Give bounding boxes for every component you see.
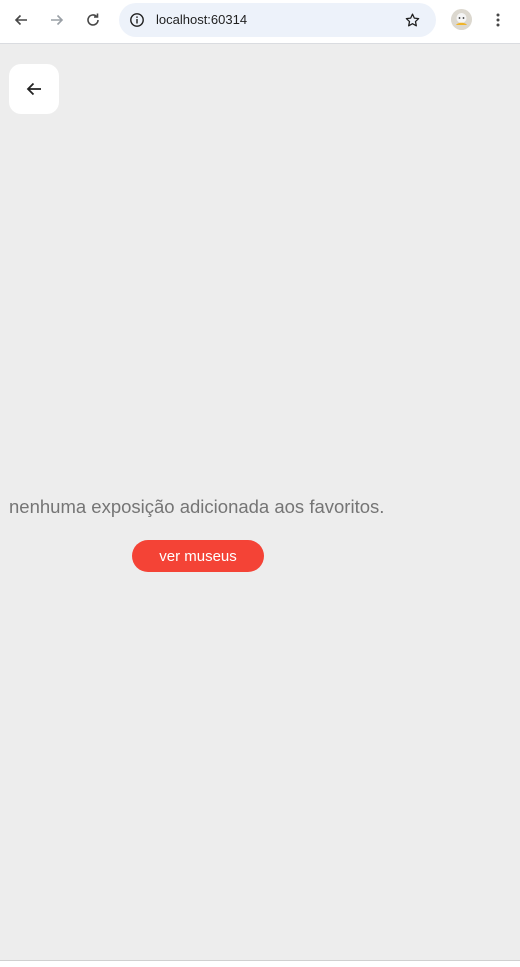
- browser-reload-button[interactable]: [79, 6, 107, 34]
- browser-toolbar: localhost:60314: [0, 0, 520, 44]
- back-button[interactable]: [9, 64, 59, 114]
- reload-icon: [87, 13, 99, 26]
- arrow-left-icon: [14, 14, 27, 26]
- app-page: nenhuma exposição adicionada aos favorit…: [0, 44, 520, 960]
- info-icon: [130, 13, 144, 27]
- status-bar: [0, 960, 520, 967]
- arrow-right-icon: [51, 14, 64, 26]
- kebab-menu-icon: [496, 13, 500, 27]
- view-museums-button[interactable]: ver museus: [132, 540, 264, 572]
- browser-back-button[interactable]: [7, 6, 35, 34]
- star-icon: [405, 12, 419, 26]
- browser-menu-button[interactable]: [484, 6, 512, 34]
- profile-avatar-icon: [451, 9, 472, 30]
- empty-favorites-message: nenhuma exposição adicionada aos favorit…: [9, 496, 385, 517]
- address-bar-url[interactable]: localhost:60314: [156, 12, 247, 27]
- bookmark-button[interactable]: [402, 10, 422, 30]
- site-info-button[interactable]: [127, 10, 147, 30]
- address-bar[interactable]: localhost:60314: [119, 3, 436, 37]
- browser-forward-button[interactable]: [43, 6, 71, 34]
- arrow-left-icon: [26, 82, 41, 96]
- avatar[interactable]: [451, 9, 472, 30]
